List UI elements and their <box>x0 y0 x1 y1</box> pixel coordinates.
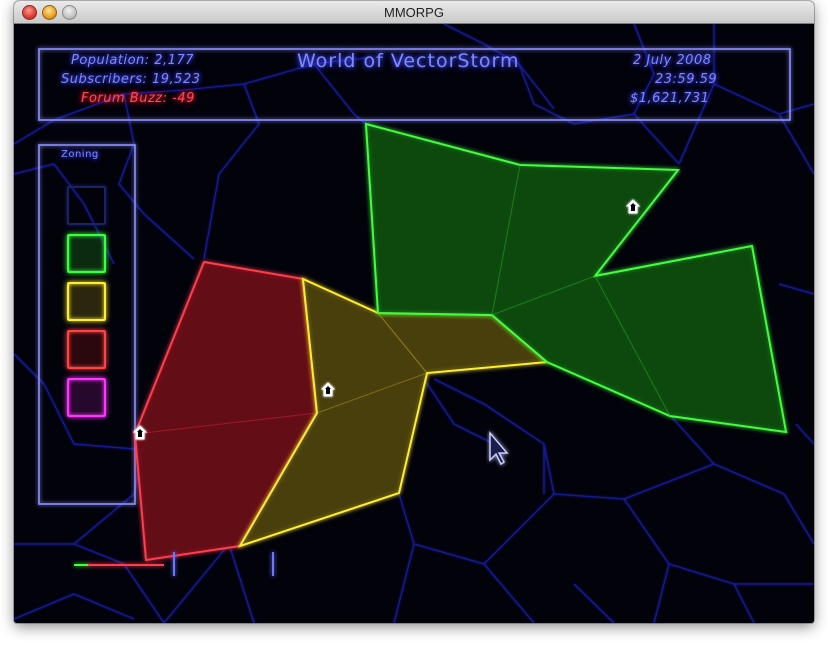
mouse-cursor-icon <box>489 430 509 466</box>
zoning-label: Zoning <box>61 149 99 160</box>
window-title: MMORPG <box>384 5 444 20</box>
population-readout: Population: 2,177 <box>71 53 194 68</box>
money-readout: $1,621,731 <box>630 91 710 106</box>
world-title: World of VectorStorm <box>297 50 520 72</box>
forum-buzz-readout: Forum Buzz: -49 <box>81 91 195 106</box>
subscribers-readout: Subscribers: 19,523 <box>61 72 201 87</box>
zone-swatch-red[interactable] <box>67 330 106 369</box>
game-viewport[interactable]: Population: 2,177 Subscribers: 19,523 Fo… <box>14 24 814 623</box>
title-bar[interactable]: MMORPG <box>14 1 814 24</box>
zone-swatch-magenta[interactable] <box>67 378 106 417</box>
zone-swatch-yellow[interactable] <box>67 282 106 321</box>
date-readout: 2 July 2008 <box>633 53 712 68</box>
game-window: MMORPG Population: 2,177 Subscribers: 19… <box>14 1 814 623</box>
zone-swatch-empty[interactable] <box>67 186 106 225</box>
zone-swatch-green[interactable] <box>67 234 106 273</box>
time-readout: 23:59.59 <box>655 72 718 87</box>
game-canvas[interactable] <box>14 24 814 623</box>
